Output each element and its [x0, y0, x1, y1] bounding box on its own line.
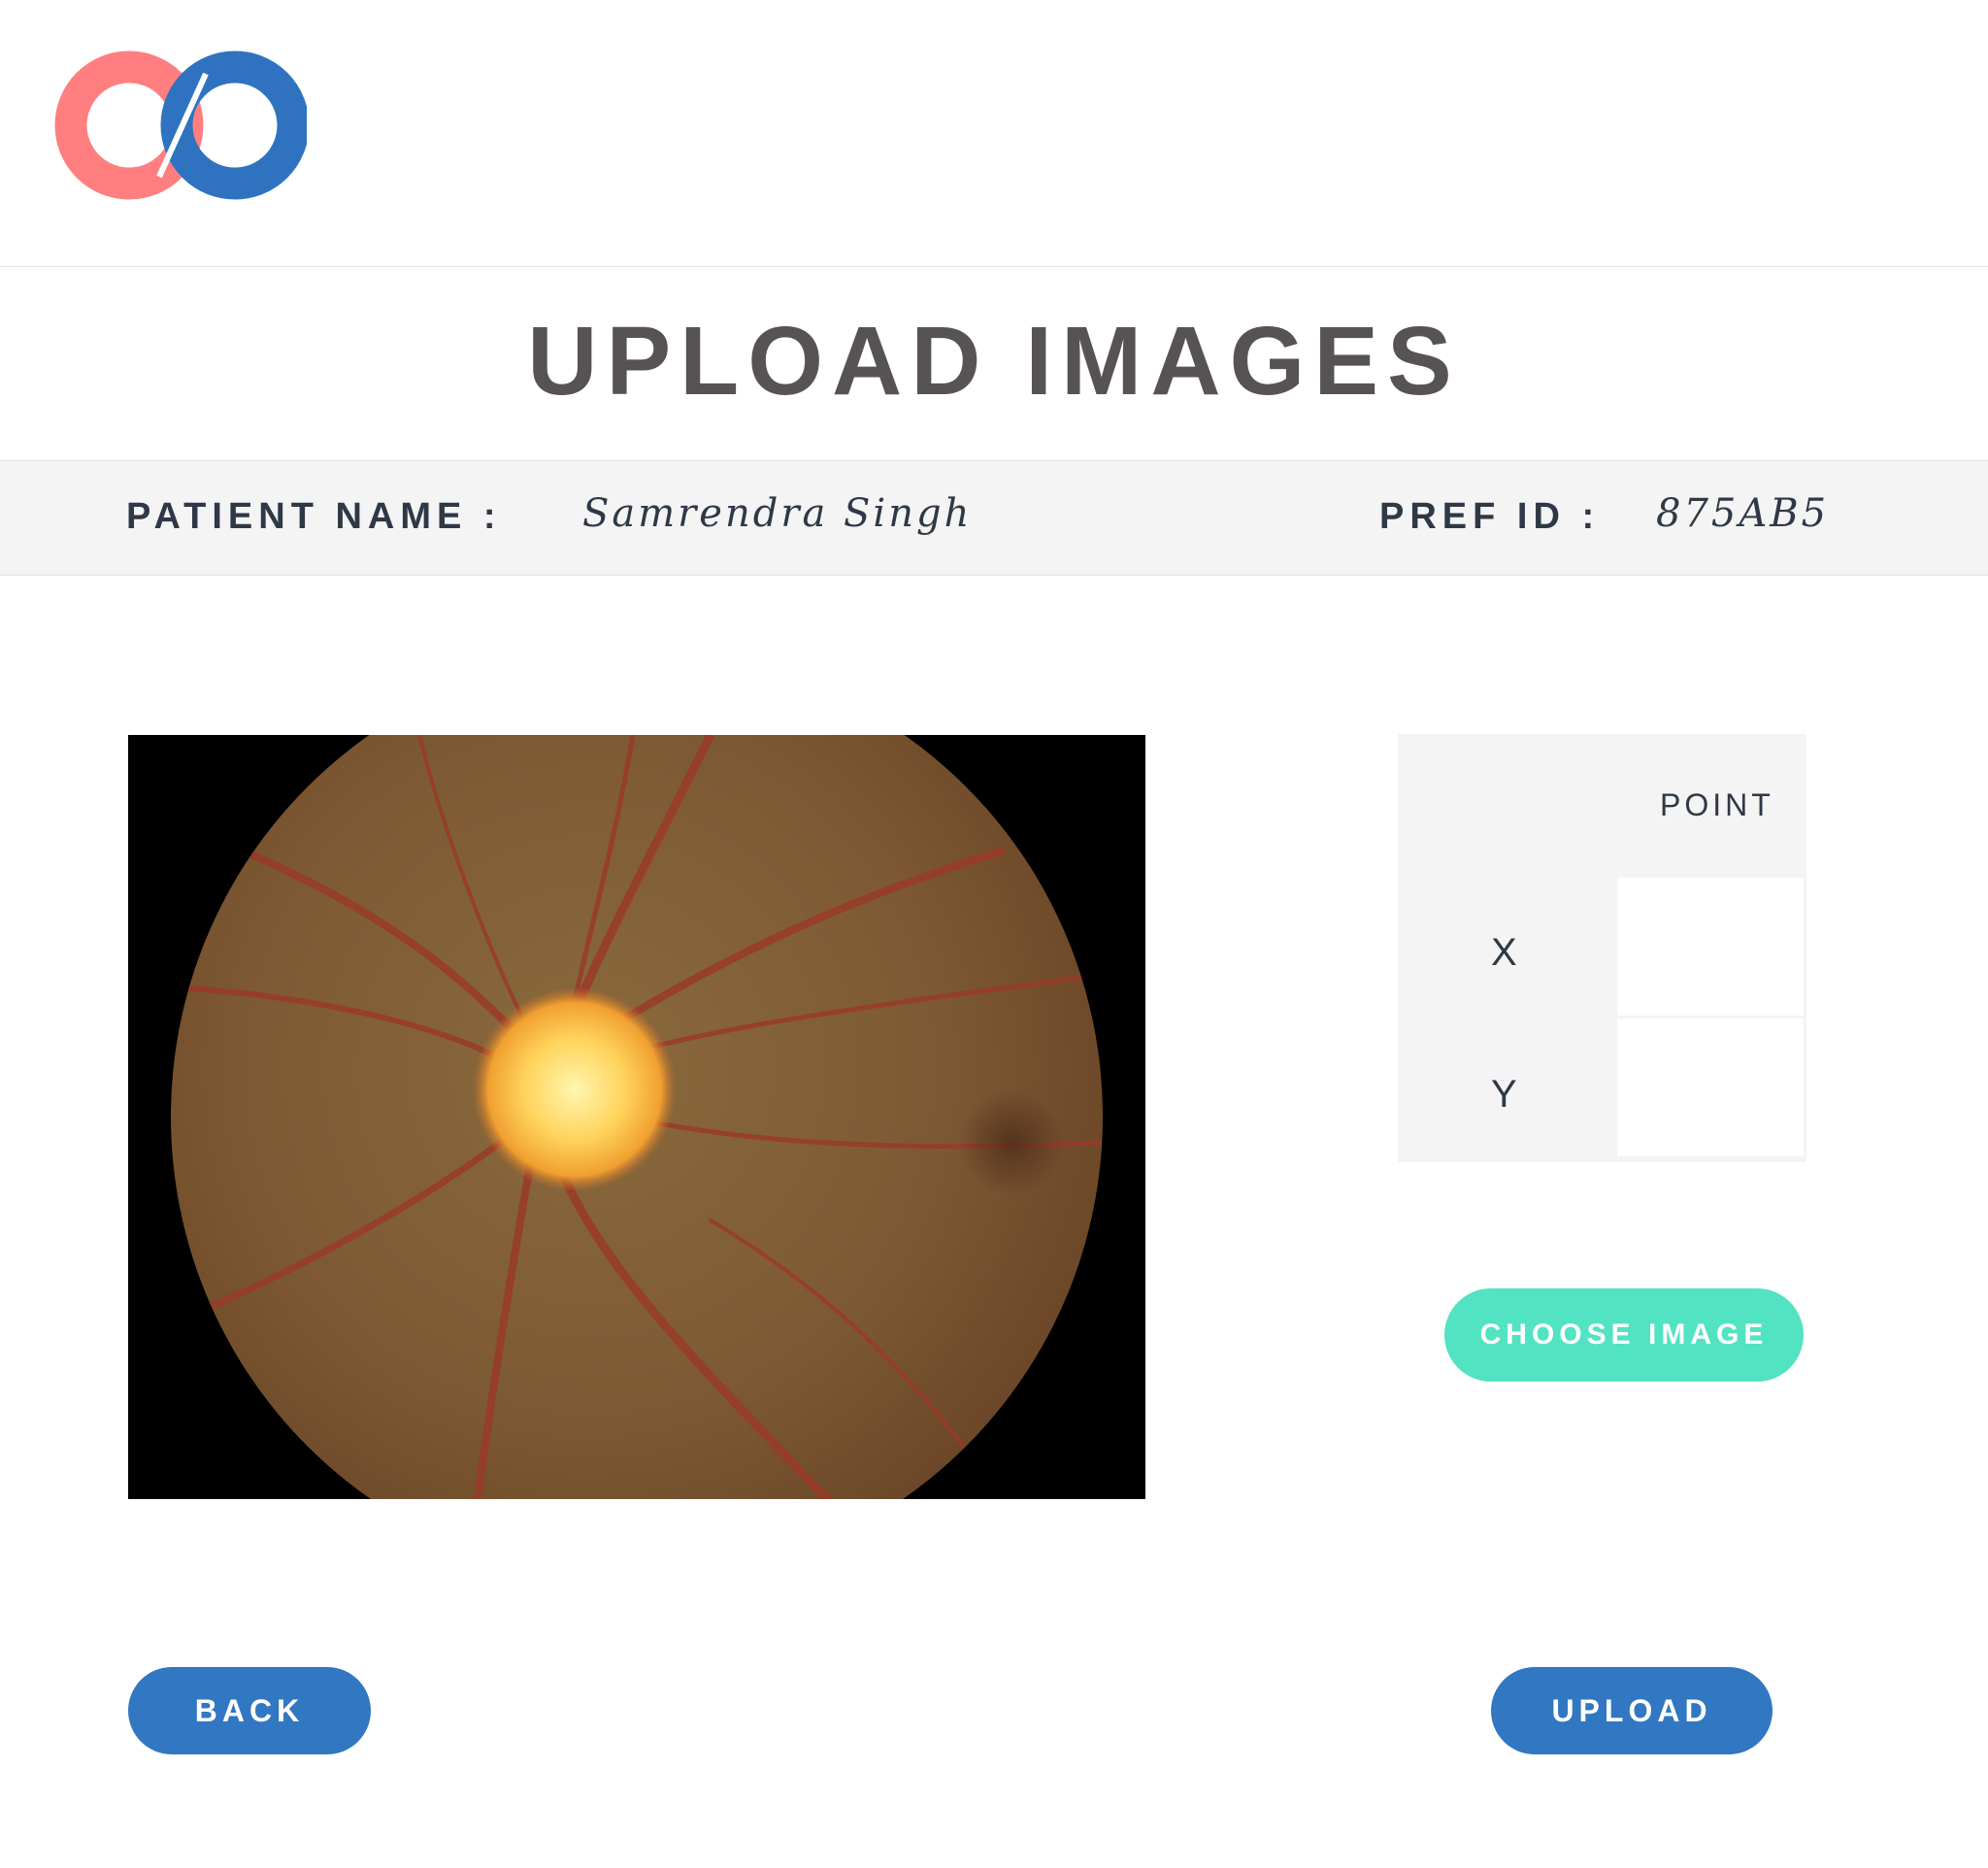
- retina-image-preview: [128, 735, 1145, 1499]
- point-coordinates-panel: POINT X Y: [1398, 734, 1806, 1162]
- point-header: POINT: [1660, 787, 1774, 822]
- upload-button[interactable]: UPLOAD: [1491, 1667, 1773, 1754]
- infinity-logo-icon: [54, 50, 307, 200]
- y-label: Y: [1491, 1073, 1517, 1116]
- pref-id-label: PREF ID :: [1379, 496, 1601, 537]
- patient-name-value: Samrendra Singh: [582, 491, 973, 536]
- patient-info-bar: PATIENT NAME : Samrendra Singh PREF ID :…: [0, 460, 1988, 576]
- x-value-field[interactable]: [1617, 878, 1804, 1016]
- pref-id-value: 875AB5: [1656, 491, 1830, 536]
- retina-fundus-icon: [128, 735, 1145, 1499]
- app-header: [0, 0, 1988, 267]
- page-title: UPLOAD IMAGES: [527, 307, 1461, 416]
- x-label: X: [1491, 931, 1517, 974]
- patient-name-label: PATIENT NAME :: [126, 496, 502, 537]
- choose-image-button[interactable]: CHOOSE IMAGE: [1444, 1288, 1804, 1382]
- y-value-field[interactable]: [1617, 1018, 1804, 1156]
- back-button[interactable]: BACK: [128, 1667, 371, 1754]
